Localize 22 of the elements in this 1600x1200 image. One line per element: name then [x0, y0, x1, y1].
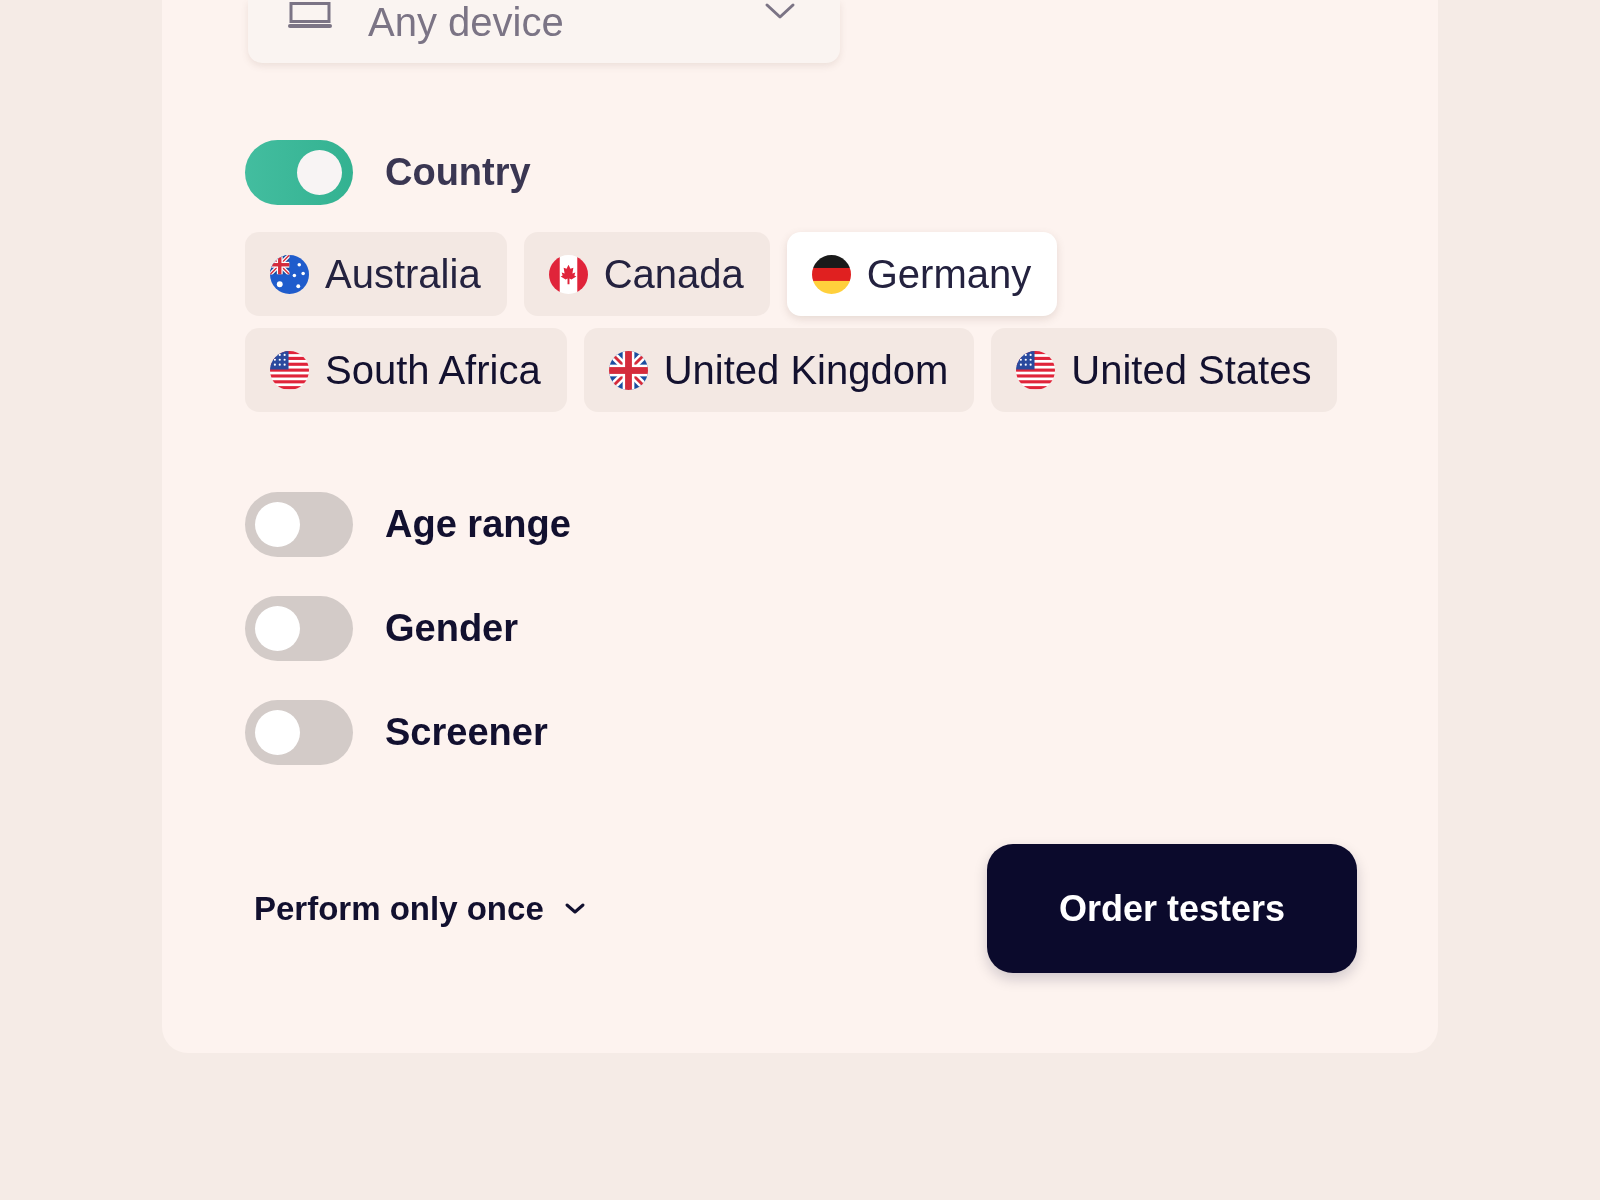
flag-icon — [1016, 350, 1056, 390]
country-chip[interactable]: United Kingdom — [583, 328, 975, 412]
country-chip[interactable]: South Africa — [245, 328, 567, 412]
flag-icon — [270, 350, 309, 390]
chevron-down-icon — [563, 902, 586, 915]
country-chip[interactable]: Canada — [523, 232, 770, 316]
toggle-label: Screener — [385, 711, 548, 754]
toggle-label: Age range — [385, 503, 571, 546]
frequency-dropdown[interactable]: Perform only once — [245, 889, 586, 928]
flag-icon — [548, 254, 588, 294]
device-dropdown[interactable]: Any device — [248, 0, 840, 63]
toggle-label: Country — [385, 151, 531, 194]
toggle-label: Gender — [385, 607, 519, 650]
country-chip[interactable]: Germany — [786, 232, 1058, 316]
flag-icon — [270, 254, 309, 294]
chevron-down-icon — [764, 2, 796, 20]
flag-icon — [811, 254, 851, 294]
country-chip[interactable]: Australia — [245, 232, 507, 316]
laptop-icon — [288, 2, 332, 28]
order-testers-button[interactable]: Order testers — [986, 844, 1357, 973]
country-chip[interactable]: United States — [991, 328, 1338, 412]
flag-icon — [608, 350, 648, 390]
